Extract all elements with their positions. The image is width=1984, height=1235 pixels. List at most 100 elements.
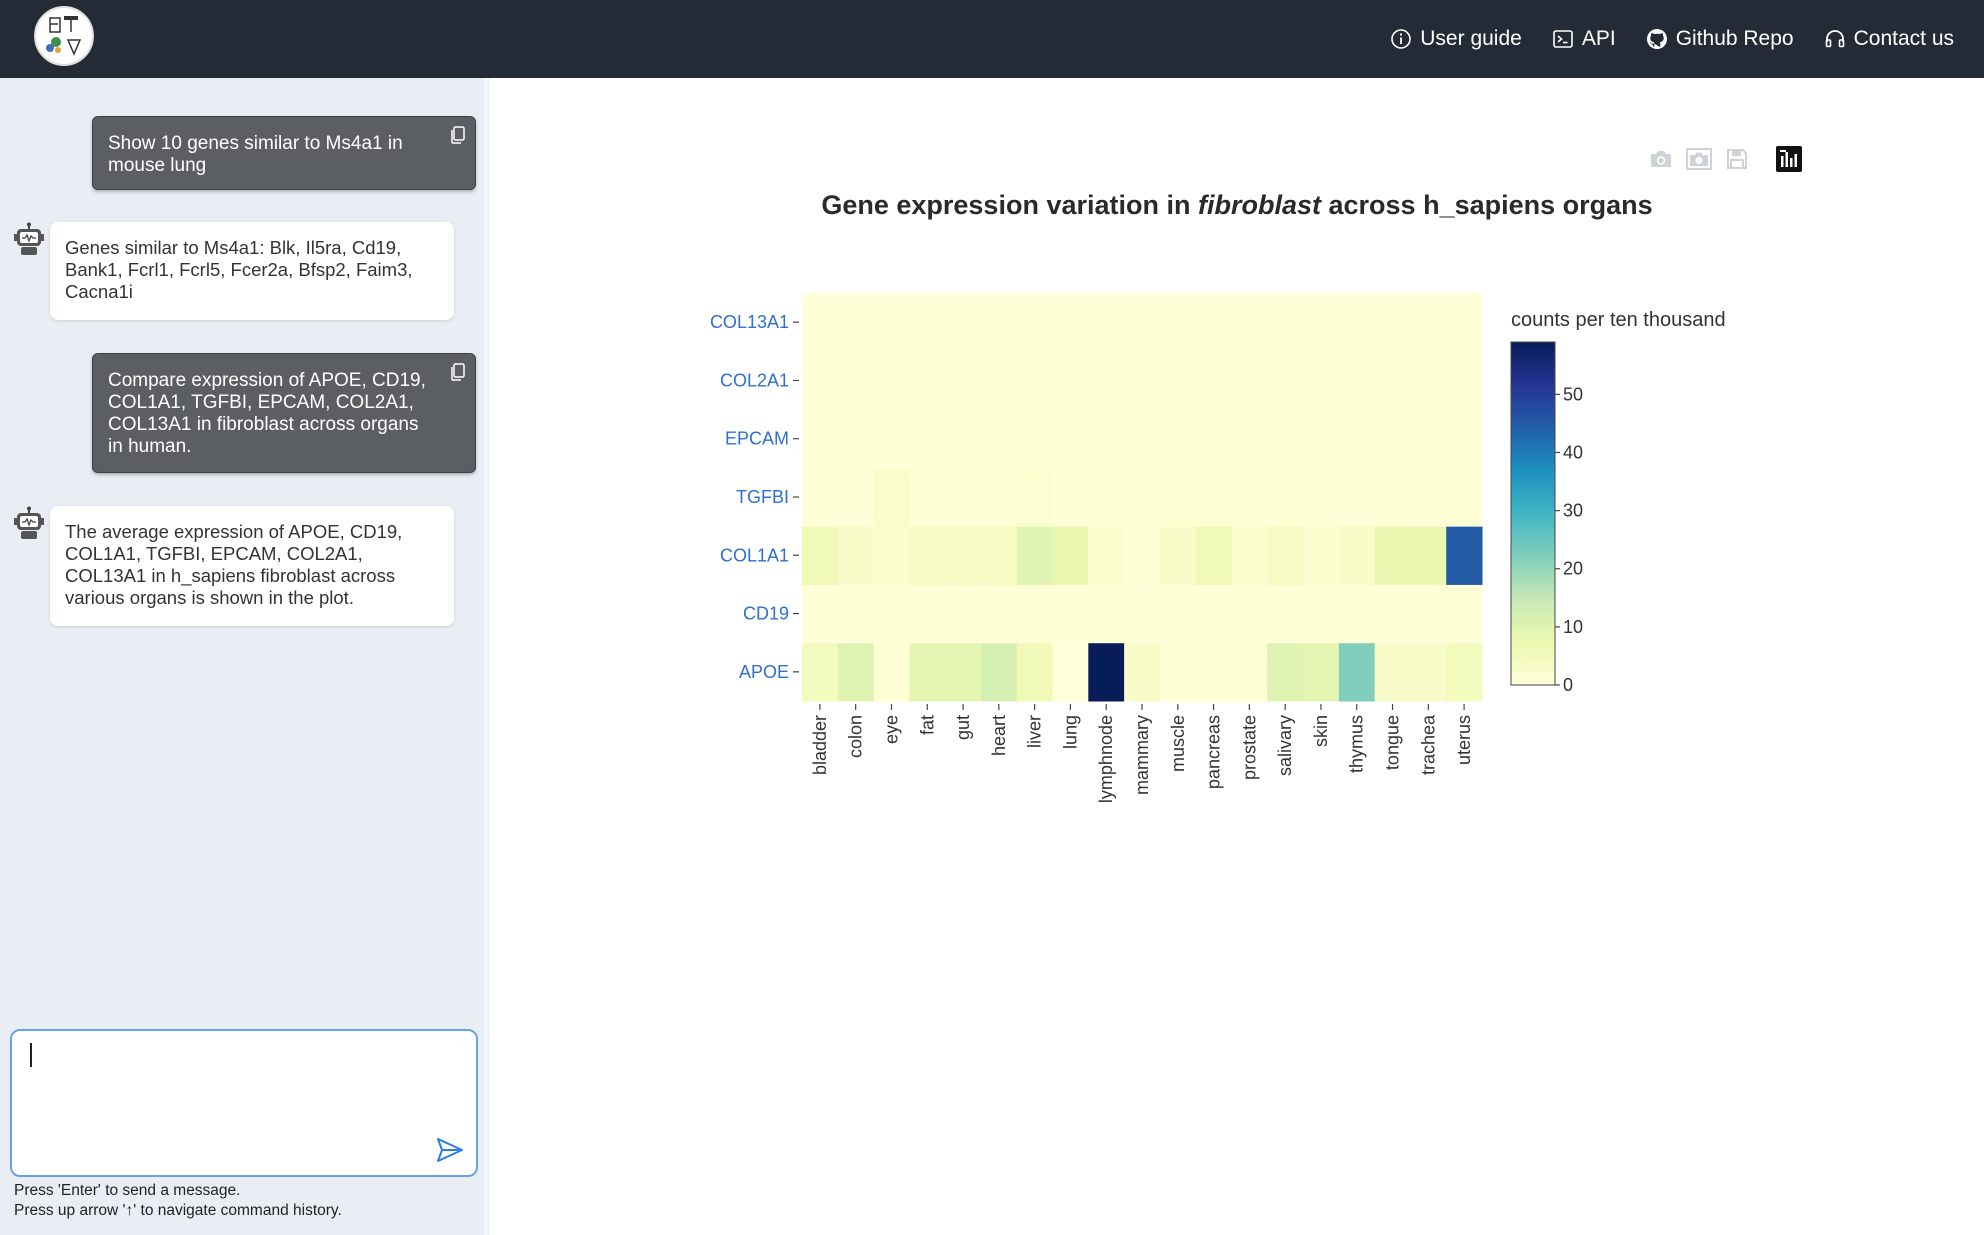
send-icon[interactable] (436, 1137, 464, 1163)
heatmap-cell (1124, 409, 1161, 469)
heatmap-cell (1410, 293, 1447, 352)
heatmap-cell (1052, 584, 1089, 644)
heatmap-cell (873, 293, 910, 352)
heatmap-cell (1446, 293, 1483, 352)
nav-contact-label: Contact us (1853, 27, 1954, 50)
terminal-icon (1553, 30, 1573, 48)
heatmap-chart: APOE CD19 COL1A1 TGFBI EPCAM COL2A1 COL13A1 bla… (710, 293, 1726, 803)
nav-contact-us[interactable]: Contact us (1824, 27, 1954, 51)
heatmap-cell (1124, 642, 1161, 702)
text-caret (30, 1043, 32, 1067)
y-tick-label: COL13A1 (710, 312, 789, 332)
heatmap-cell (1231, 526, 1268, 585)
user-message: Compare expression of APOE, CD19, COL1A1… (92, 353, 476, 473)
nav-user-guide-label: User guide (1420, 27, 1522, 50)
github-icon (1646, 29, 1667, 49)
x-tick-label: skin (1311, 715, 1331, 747)
heatmap-cell (802, 351, 839, 411)
heatmap-cell (837, 584, 875, 644)
heatmap-cell (1410, 467, 1447, 527)
heatmap-cell (1231, 467, 1268, 527)
heatmap-cell (1016, 351, 1054, 411)
x-tick-label: lymphnode (1096, 715, 1116, 803)
copy-icon[interactable] (449, 125, 467, 145)
heatmap-cell (1446, 642, 1483, 702)
nav-github-repo[interactable]: Github Repo (1646, 27, 1794, 51)
heatmap-cell (1303, 526, 1340, 585)
bot-message: The average expression of APOE, CD19, CO… (50, 506, 454, 626)
heatmap-cell (1303, 409, 1340, 469)
colorbar (1510, 341, 1556, 686)
heatmap-cell (1410, 351, 1447, 411)
heatmap-cell (909, 584, 946, 644)
x-tick-label: eye (881, 715, 901, 744)
colorbar-tick-label: 10 (1563, 617, 1583, 637)
nav-links: User guide API Github Repo Contact us (1390, 0, 1954, 78)
heatmap-cell (1052, 526, 1089, 585)
bot-message-text: The average expression of APOE, CD19, CO… (65, 521, 403, 608)
x-tick-label: salivary (1275, 715, 1295, 776)
heatmap-cell (1088, 409, 1125, 469)
heatmap-cell (1374, 409, 1411, 469)
x-tick-label: mammary (1132, 715, 1152, 795)
copy-icon[interactable] (449, 362, 467, 382)
heatmap-cell (1159, 467, 1197, 527)
heatmap-cell (909, 293, 946, 352)
heatmap-cell (1303, 467, 1340, 527)
y-tick-label: COL1A1 (720, 545, 789, 565)
heatmap-cell (837, 642, 875, 702)
heatmap-cell (980, 351, 1018, 411)
heatmap-cell (980, 584, 1018, 644)
heatmap-cell (873, 642, 910, 702)
heatmap-cell (1374, 584, 1411, 644)
heatmap-cell (802, 584, 839, 644)
heatmap-cell (1231, 351, 1268, 411)
heatmap-cell (909, 467, 946, 527)
heatmap-cell (1410, 584, 1447, 644)
heatmap-cell (837, 351, 875, 411)
heatmap-cell (1016, 467, 1054, 527)
y-tick-label: CD19 (743, 604, 789, 624)
app-logo[interactable] (34, 6, 94, 66)
nav-api[interactable]: API (1552, 27, 1616, 51)
x-tick-label: thymus (1347, 715, 1367, 773)
colorbar-tick-label: 20 (1563, 559, 1583, 579)
chat-sidebar: Show 10 genes similar to Ms4a1 in mouse … (0, 78, 490, 1235)
heatmap-cell (909, 351, 946, 411)
x-tick-label: heart (989, 715, 1009, 756)
x-tick-label: uterus (1454, 715, 1474, 765)
heatmap-cell (1124, 351, 1161, 411)
x-tick-label: pancreas (1204, 715, 1224, 789)
x-tick-label: tongue (1383, 715, 1403, 770)
heatmap-cell (1267, 409, 1304, 469)
user-message-text: Compare expression of APOE, CD19, COL1A1… (108, 370, 426, 457)
heatmap-cell (1052, 293, 1089, 352)
chat-input[interactable] (26, 1039, 430, 1153)
x-tick-label: liver (1025, 715, 1045, 748)
colorbar-title: counts per ten thousand (1511, 309, 1726, 331)
heatmap-cell (1338, 526, 1376, 585)
x-tick-label: muscle (1168, 715, 1188, 772)
heatmap-cell (1016, 526, 1054, 585)
heatmap-cell (1267, 293, 1304, 352)
y-tick-label: TGFBI (736, 487, 789, 507)
heatmap-cell (802, 409, 839, 469)
x-tick-label: lung (1060, 715, 1080, 749)
y-tick-label: APOE (739, 662, 789, 682)
heatmap-cell (1446, 584, 1483, 644)
heatmap-cell (1088, 642, 1125, 702)
heatmap-cell (1374, 526, 1411, 585)
heatmap-cell (1267, 642, 1304, 702)
nav-user-guide[interactable]: User guide (1390, 27, 1522, 51)
heatmap-cell (1446, 526, 1483, 585)
x-tick-label: bladder (810, 715, 830, 775)
x-tick-label: colon (846, 715, 866, 758)
heatmap-cell (873, 526, 910, 585)
heatmap-cell (1374, 293, 1411, 352)
heatmap-cell (1124, 584, 1161, 644)
heatmap-cell (909, 526, 946, 585)
chat-input-box[interactable] (10, 1029, 478, 1177)
heatmap-cell (1195, 584, 1232, 644)
heatmap-cell (945, 351, 982, 411)
colorbar-tick-label: 30 (1563, 501, 1583, 521)
